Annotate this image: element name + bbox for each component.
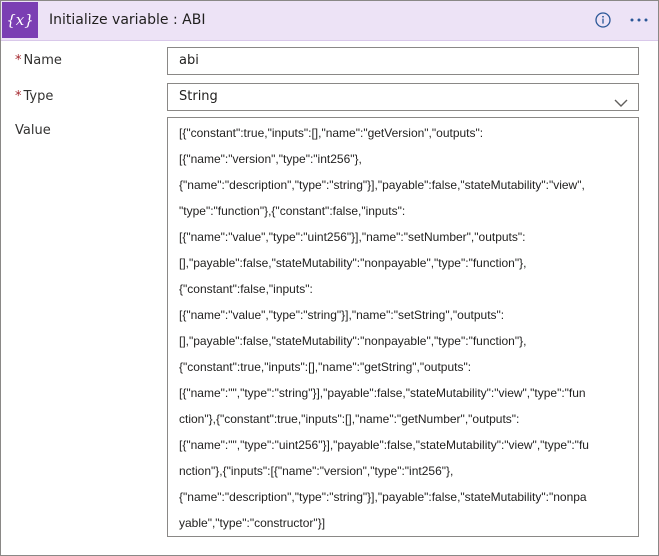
name-label: * Name — [15, 53, 62, 68]
info-icon[interactable] — [595, 12, 611, 28]
value-line: ction"},{"constant":true,"inputs":[],"na… — [179, 412, 520, 426]
value-line: [],"payable":false,"stateMutability":"no… — [179, 334, 527, 348]
more-options-icon[interactable] — [628, 12, 650, 28]
type-dropdown[interactable]: String — [167, 83, 639, 111]
value-line: nction"},{"inputs":[{"name":"version","t… — [179, 464, 454, 478]
value-line: {"constant":false,"inputs": — [179, 282, 313, 296]
name-input-value: abi — [179, 53, 199, 68]
value-line: [{"name":"value","type":"uint256"}],"nam… — [179, 230, 526, 244]
type-label: * Type — [15, 89, 53, 104]
value-line: [{"name":"version","type":"int256"}, — [179, 152, 362, 166]
value-textarea[interactable]: [{"constant":true,"inputs":[],"name":"ge… — [167, 117, 639, 537]
type-selected-value: String — [179, 89, 218, 104]
required-mark: * — [15, 53, 22, 68]
value-line: [{"name":"value","type":"string"}],"name… — [179, 308, 505, 322]
value-line: [{"constant":true,"inputs":[],"name":"ge… — [179, 126, 484, 140]
value-line: yable","type":"constructor"}] — [179, 516, 326, 530]
required-mark: * — [15, 89, 22, 104]
name-label-text: Name — [23, 53, 62, 68]
value-line: [{"name":"","type":"uint256"}],"payable"… — [179, 438, 589, 452]
action-header[interactable]: {x} Initialize variable : ABI — [1, 1, 658, 41]
value-line: "type":"function"},{"constant":false,"in… — [179, 204, 406, 218]
value-line: [],"payable":false,"stateMutability":"no… — [179, 256, 527, 270]
chevron-down-icon[interactable] — [614, 92, 628, 107]
variable-icon: {x} — [2, 2, 38, 38]
value-line: {"constant":true,"inputs":[],"name":"get… — [179, 360, 472, 374]
type-label-text: Type — [23, 89, 54, 104]
action-title[interactable]: Initialize variable : ABI — [49, 1, 205, 40]
value-line: {"name":"description","type":"string"}],… — [179, 490, 587, 504]
value-line: [{"name":"","type":"string"}],"payable":… — [179, 386, 586, 400]
value-label: Value — [15, 123, 51, 138]
value-line: {"name":"description","type":"string"}],… — [179, 178, 585, 192]
name-input[interactable]: abi — [167, 47, 639, 75]
initialize-variable-card: {x} Initialize variable : ABI * Name abi … — [0, 0, 659, 556]
